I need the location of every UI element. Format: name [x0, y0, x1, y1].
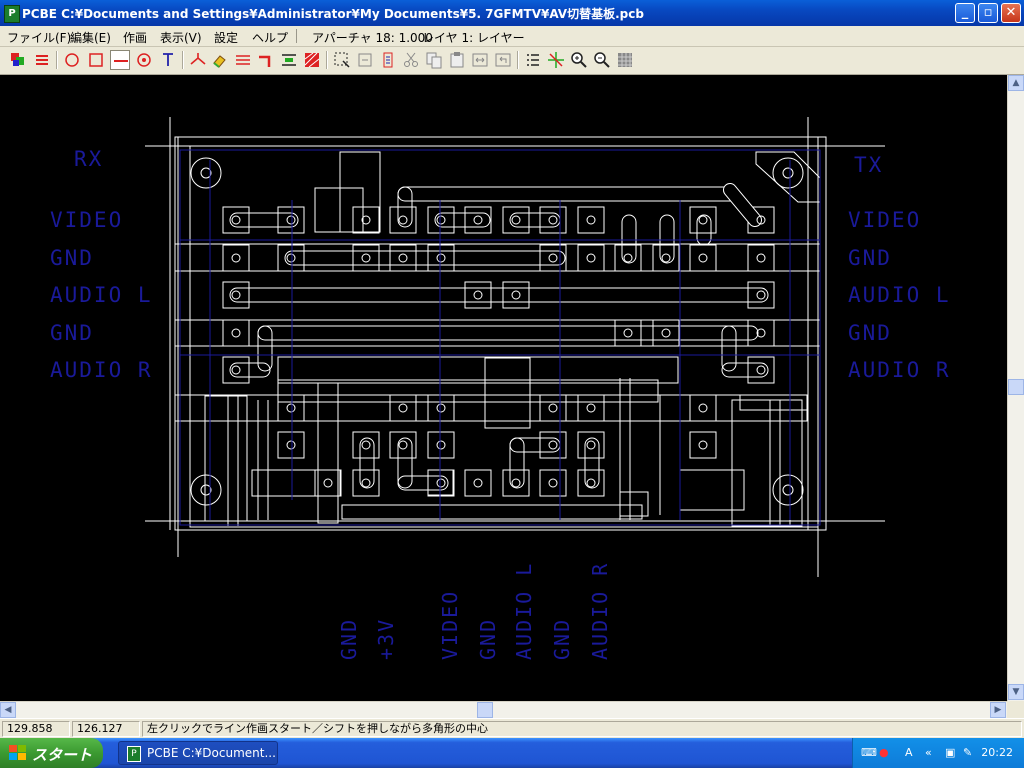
- toolbar-separator: [326, 51, 328, 69]
- menu-bar: ファイル(F) 編集(E) 作画 表示(V) 設定 ヘルプ アパーチャ 18: …: [0, 26, 1024, 47]
- horizontal-scrollbar[interactable]: ◀ ▶: [0, 701, 1007, 718]
- junction-icon[interactable]: [188, 50, 208, 70]
- taskbar-item-label: PCBE C:¥Document...: [147, 746, 276, 760]
- bus-icon[interactable]: [233, 50, 253, 70]
- circle-icon[interactable]: [62, 50, 82, 70]
- label-left-video: VIDEO: [50, 208, 124, 232]
- layer-indicator[interactable]: レイヤ 1: レイヤー: [422, 29, 525, 46]
- menu-view[interactable]: 表示(V): [160, 29, 202, 46]
- pad-row-1: [222, 206, 775, 234]
- menu-edit[interactable]: 編集(E): [70, 29, 111, 46]
- clock[interactable]: 20:22: [981, 746, 1013, 759]
- stretch-icon[interactable]: [470, 50, 490, 70]
- menu-file[interactable]: ファイル(F): [7, 29, 71, 46]
- pcbe-task-icon: P: [127, 746, 141, 762]
- toolbar: [0, 47, 1024, 75]
- target-icon[interactable]: [134, 50, 154, 70]
- paste-region-icon[interactable]: [378, 50, 398, 70]
- select-icon[interactable]: [332, 50, 352, 70]
- label-bottom-3v: +3V: [374, 617, 398, 660]
- pen-icon[interactable]: ✎: [963, 746, 972, 759]
- line-icon[interactable]: [110, 50, 130, 70]
- label-left-audio-l: AUDIO L: [50, 283, 153, 307]
- rectangle-icon[interactable]: [86, 50, 106, 70]
- rotate-icon[interactable]: [32, 50, 52, 70]
- label-bottom-gnd-1: GND: [337, 617, 361, 660]
- label-tx: TX: [854, 153, 884, 177]
- grid-icon[interactable]: [615, 50, 635, 70]
- menu-settings[interactable]: 設定: [214, 29, 238, 46]
- scroll-right-icon[interactable]: ▶: [990, 702, 1006, 718]
- status-bar: 129.858 126.127 左クリックでライン作画スタート／シフトを押しなが…: [0, 718, 1024, 739]
- status-y-coordinate: 126.127: [72, 721, 140, 737]
- scroll-down-icon[interactable]: ▼: [1008, 684, 1024, 700]
- status-message: 左クリックでライン作画スタート／シフトを押しながら多角形の中心: [142, 721, 1022, 737]
- corner-icon[interactable]: [256, 50, 276, 70]
- paste-icon[interactable]: [447, 50, 467, 70]
- scroll-up-icon[interactable]: ▲: [1008, 75, 1024, 91]
- label-bottom-gnd-3: GND: [550, 617, 574, 660]
- close-button[interactable]: ✕: [1001, 3, 1021, 23]
- security-icon[interactable]: ●: [879, 746, 889, 759]
- keyboard-icon[interactable]: ⌨: [861, 746, 877, 759]
- toolbar-separator: [56, 51, 58, 69]
- network-icon[interactable]: ▣: [945, 746, 955, 759]
- horizontal-scroll-thumb[interactable]: [477, 702, 493, 718]
- vertical-scrollbar[interactable]: ▲ ▼: [1007, 75, 1024, 701]
- label-bottom-audio-r: AUDIO R: [588, 561, 612, 660]
- label-right-audio-l: AUDIO L: [848, 283, 951, 307]
- scroll-corner: [1007, 701, 1024, 718]
- label-bottom-gnd-2: GND: [476, 617, 500, 660]
- status-x-coordinate: 129.858: [2, 721, 70, 737]
- maximize-button[interactable]: ▫: [978, 3, 998, 23]
- toolbar-separator: [517, 51, 519, 69]
- undo-icon[interactable]: [493, 50, 513, 70]
- label-bottom-audio-l: AUDIO L: [512, 561, 536, 660]
- label-rx: RX: [74, 147, 104, 171]
- menu-draw[interactable]: 作画: [123, 29, 147, 46]
- label-bottom-video: VIDEO: [438, 589, 462, 660]
- label-left-gnd-2: GND: [50, 321, 94, 345]
- label-right-audio-r: AUDIO R: [848, 358, 951, 382]
- cut-icon[interactable]: [401, 50, 421, 70]
- zoom-out-icon[interactable]: [592, 50, 612, 70]
- title-bar[interactable]: P PCBE C:¥Documents and Settings¥Adminis…: [0, 0, 1024, 26]
- vertical-scroll-thumb[interactable]: [1008, 379, 1024, 395]
- tray-expand-icon[interactable]: «: [925, 746, 932, 759]
- label-right-gnd-2: GND: [848, 321, 892, 345]
- snap-icon[interactable]: [546, 50, 566, 70]
- aperture-indicator[interactable]: アパーチャ 18: 1.000: [312, 29, 433, 46]
- minimize-button[interactable]: _: [955, 3, 975, 23]
- system-tray: ⌨ ● A « ▣ ✎ 20:22: [852, 738, 1024, 768]
- copy-icon[interactable]: [424, 50, 444, 70]
- ime-indicator[interactable]: A: [905, 746, 913, 759]
- label-right-video: VIDEO: [848, 208, 922, 232]
- label-right-gnd-1: GND: [848, 246, 892, 270]
- menu-help[interactable]: ヘルプ: [252, 29, 288, 46]
- text-icon[interactable]: [158, 50, 178, 70]
- start-button[interactable]: スタート: [0, 738, 103, 768]
- start-label: スタート: [32, 746, 93, 764]
- menu-separator: [296, 29, 297, 43]
- toolbar-separator: [182, 51, 184, 69]
- label-left-gnd-1: GND: [50, 246, 94, 270]
- copy-region-icon[interactable]: [355, 50, 375, 70]
- layers-icon[interactable]: [8, 50, 28, 70]
- pcbe-app-icon[interactable]: P: [4, 5, 20, 23]
- windows-logo-icon: [9, 745, 26, 760]
- pcb-canvas[interactable]: RX VIDEO GND AUDIO L GND AUDIO R TX VIDE…: [0, 75, 1007, 701]
- list-icon[interactable]: [523, 50, 543, 70]
- taskbar: スタート P PCBE C:¥Document... ⌨ ● A « ▣ ✎ 2…: [0, 738, 1024, 768]
- eraser-icon[interactable]: [210, 50, 230, 70]
- window-title: PCBE C:¥Documents and Settings¥Administr…: [22, 7, 644, 21]
- align-icon[interactable]: [279, 50, 299, 70]
- scroll-left-icon[interactable]: ◀: [0, 702, 16, 718]
- taskbar-item-pcbe[interactable]: P PCBE C:¥Document...: [118, 741, 278, 765]
- zoom-in-icon[interactable]: [569, 50, 589, 70]
- label-left-audio-r: AUDIO R: [50, 358, 153, 382]
- fill-icon[interactable]: [302, 50, 322, 70]
